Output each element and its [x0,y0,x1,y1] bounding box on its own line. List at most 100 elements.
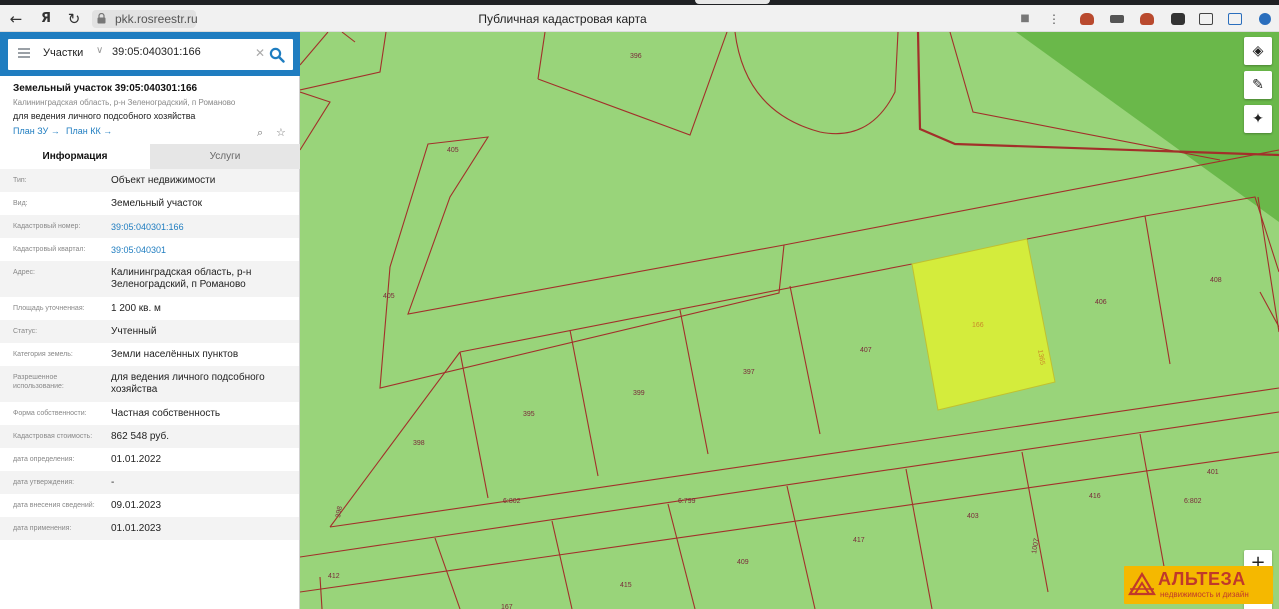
property-row: Площадь уточненная: 1 200 кв. м [0,297,299,320]
property-row: Кадастровый номер: 39:05:040301:166 [0,215,299,238]
property-value: 09.01.2023 [111,500,162,511]
yandex-icon[interactable]: Я [36,9,56,29]
parcel-label[interactable]: 398 [335,506,344,519]
property-label: Разрешенное использование: [13,374,64,390]
back-icon[interactable]: ← [6,9,26,29]
menu-icon[interactable]: ⋮ [1045,10,1063,28]
map-canvas[interactable]: 396 405 405 166 1365 406 408 407 397 399… [300,32,1279,609]
extension-icon[interactable] [1228,13,1242,25]
property-row: дата определения: 01.01.2022 [0,448,299,471]
parcel-label[interactable]: 412 [328,573,340,580]
tab-information[interactable]: Информация [0,144,150,169]
property-value: Земли населённых пунктов [111,349,239,360]
brand-tagline: недвижимость и дизайн [1160,590,1249,599]
property-row: Кадастровый квартал: 39:05:040301 [0,238,299,261]
reload-icon[interactable]: ↻ [64,9,84,29]
bookmark-icon[interactable]: ■ [1016,10,1034,28]
property-value-link[interactable]: 39:05:040301:166 [111,221,296,233]
cadastral-map[interactable]: 396 405 405 166 1365 406 408 407 397 399… [300,32,1279,609]
parcel-label[interactable]: 405 [447,147,459,154]
property-row: Тип: Объект недвижимости [0,169,299,192]
info-panel: Участки ∨ ✕ ‹ Земельный участок 39:05:04… [0,32,310,609]
plan-kk-link[interactable]: План КК → [66,126,112,136]
property-label: Категория земель: [13,351,73,358]
extension-icon[interactable] [1171,13,1185,25]
parcel-borders [300,32,1279,609]
parcel-label[interactable]: 409 [737,559,749,566]
brand-name: АЛЬТЕЗА [1158,569,1246,589]
property-value: Калининградская область, р-н Зеленоградс… [111,267,252,290]
property-value: 01.01.2022 [111,454,162,465]
parcel-label[interactable]: 397 [743,369,755,376]
brand-logo-icon [1128,571,1156,596]
parcel-label[interactable]: 398 [413,440,425,447]
property-label: Кадастровый квартал: [13,246,86,253]
property-label: дата утверждения: [13,479,75,486]
parcel-label[interactable]: 401 [1207,469,1219,476]
parcel-label[interactable]: 416 [1089,493,1101,500]
parcel-label[interactable]: 406 [1095,299,1107,306]
property-label: Кадастровый номер: [13,223,81,230]
property-value: для ведения личного подсобного хозяйства [111,372,265,395]
parcel-label-selected[interactable]: 166 [972,322,984,329]
parcel-label: 6:802 [503,498,521,505]
hamburger-icon[interactable] [18,48,30,58]
layers-button[interactable]: ◈ [1244,37,1272,65]
parcel-label[interactable]: 395 [523,411,535,418]
tab-services[interactable]: Услуги [150,144,300,169]
property-label: Тип: [13,177,27,184]
property-value: Учтенный [111,326,157,337]
search-icon[interactable] [269,47,285,63]
search-type-select[interactable]: Участки [43,47,83,59]
parcel-label[interactable]: 167 [501,604,513,609]
search-bar: Участки ∨ ✕ ‹ [0,32,310,76]
property-value: 862 548 руб. [111,431,169,442]
extension-icon[interactable] [1110,15,1124,23]
favorite-star-icon[interactable]: ☆ [276,126,286,139]
property-value: 01.01.2023 [111,523,162,534]
parcel-label[interactable]: 415 [620,582,632,589]
properties-table: Тип: Объект недвижимости Вид: Земельный уча… [0,169,300,540]
property-value-link[interactable]: 39:05:040301 [111,244,296,256]
property-row: Разрешенное использование: для ведения ли… [0,366,299,402]
property-row: дата применения: 01.01.2023 [0,517,299,540]
parcel-label[interactable]: 396 [630,53,642,60]
property-label: Статус: [13,328,38,335]
parcel-label[interactable]: 417 [853,537,865,544]
parcel-label[interactable]: 405 [383,293,395,300]
forest-area [1016,32,1279,222]
extension-icon[interactable] [1259,13,1271,25]
zoom-to-parcel-icon[interactable]: ⌕ [257,126,263,140]
property-label: Кадастровая стоимость: [13,433,93,440]
parcel-label: 6:799 [678,498,696,505]
property-value: Частная собственность [111,408,221,419]
locate-button[interactable]: ✦ [1244,105,1272,133]
chevron-down-icon[interactable]: ∨ [96,45,103,56]
property-row: Категория земель: Земли населённых пункто… [0,343,299,366]
brand-watermark: АЛЬТЕЗА недвижимость и дизайн [1124,566,1273,604]
url-text[interactable]: pkk.rosreestr.ru [115,12,198,26]
parcel-use: для ведения личного подсобного хозяйства [13,111,196,121]
extension-icon[interactable] [1080,13,1094,25]
parcel-label[interactable]: 408 [1210,277,1222,284]
search-input[interactable] [112,46,252,58]
extension-icon[interactable] [1199,13,1213,25]
parcel-label[interactable]: 399 [633,390,645,397]
property-row: дата внесения сведений: 09.01.2023 [0,494,299,517]
property-label: Форма собственности: [13,410,87,417]
plan-zu-link[interactable]: План ЗУ → [13,126,60,136]
clear-icon[interactable]: ✕ [255,46,265,60]
search-box[interactable]: Участки ∨ ✕ [8,39,293,70]
parcel-label[interactable]: 407 [860,347,872,354]
property-value: - [111,477,115,488]
property-label: Вид: [13,200,28,207]
active-tab-edge[interactable] [695,0,770,4]
property-row: Форма собственности: Частная собственност… [0,402,299,425]
ruler-button[interactable]: ✎ [1244,71,1272,99]
property-row: Адрес: Калининградская область, р-н Зелен… [0,261,299,297]
parcel-label: 6:802 [1184,498,1202,505]
property-label: Адрес: [13,269,35,276]
parcel-label[interactable]: 403 [967,513,979,520]
extension-icon[interactable] [1140,13,1154,25]
property-value: 1 200 кв. м [111,303,161,314]
